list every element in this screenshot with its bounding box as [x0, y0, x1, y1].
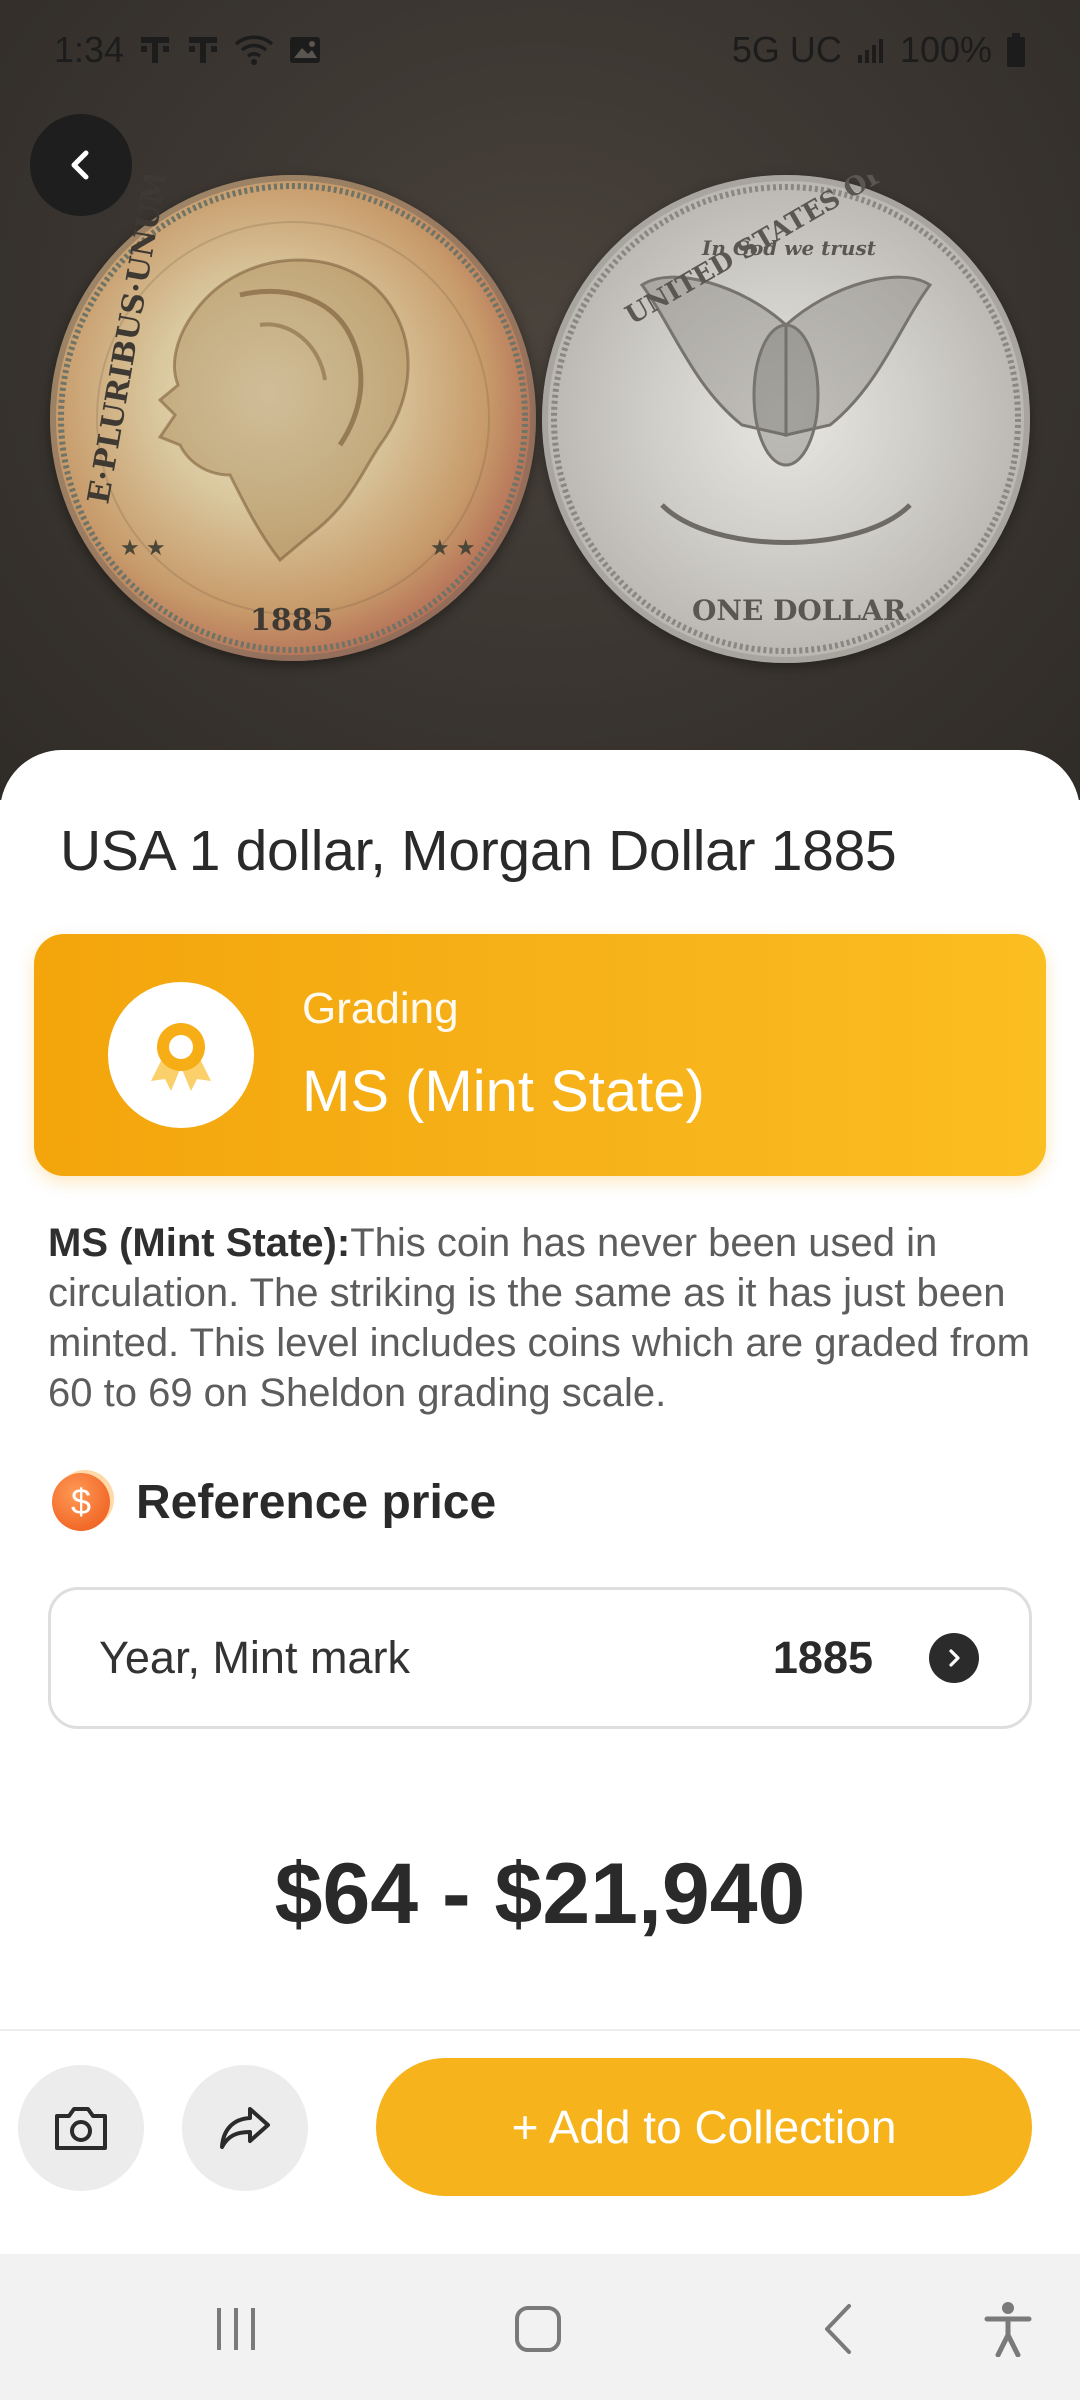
award-ribbon-icon	[108, 982, 254, 1128]
system-nav-bar	[0, 2254, 1080, 2400]
network-type: 5G UC	[731, 29, 842, 70]
bottom-divider	[0, 2029, 1080, 2031]
dollar-coin-icon-symbol: $	[70, 1481, 92, 1522]
reference-price-title: Reference price	[136, 1475, 497, 1529]
coin-reverse-image: UNITED STATES OF AMERICA In God we trust…	[542, 175, 1030, 663]
year-mint-selector[interactable]: Year, Mint mark 1885	[48, 1587, 1032, 1729]
chevron-right-icon	[929, 1633, 979, 1683]
coin-obverse-image: E·PLURIBUS·UNUM 1885 ★ ★ ★ ★	[50, 175, 536, 661]
carrier-icon	[186, 33, 220, 67]
year-mint-value: 1885	[772, 1632, 873, 1683]
status-time: 1:34	[54, 29, 125, 70]
obverse-year-text: 1885	[250, 603, 334, 638]
reverse-denomination-text: ONE DOLLAR	[692, 594, 907, 627]
accessibility-button[interactable]	[968, 2294, 1048, 2364]
price-range: $64 - $21,940	[274, 1846, 806, 1942]
reverse-motto-text: In God we trust	[701, 236, 877, 260]
battery-icon	[1006, 32, 1026, 68]
grading-card: Grading MS (Mint State)	[34, 934, 1046, 1176]
camera-button[interactable]	[18, 2065, 144, 2191]
back-arrow-icon	[71, 150, 89, 180]
share-icon	[220, 2107, 270, 2149]
battery-percent: 100%	[899, 29, 992, 70]
nav-back-button[interactable]	[800, 2294, 880, 2364]
year-mint-label: Year, Mint mark	[99, 1632, 410, 1683]
share-button[interactable]	[182, 2065, 308, 2191]
description-term: MS (Mint State):	[48, 1221, 351, 1265]
grading-value: MS (Mint State)	[302, 1059, 705, 1124]
coin-title: USA 1 dollar, Morgan Dollar 1885	[60, 819, 897, 883]
recent-apps-icon	[217, 2308, 255, 2350]
status-bar: 1:34 5G UC 100%	[0, 0, 1080, 100]
recent-apps-button[interactable]	[196, 2294, 276, 2364]
home-button[interactable]	[498, 2294, 578, 2364]
accessibility-icon	[984, 2302, 1032, 2357]
signal-icon	[856, 35, 886, 65]
carrier-icon	[138, 33, 172, 67]
grade-description: MS (Mint State):This coin has never been…	[48, 1218, 1038, 1418]
add-to-collection-button[interactable]: + Add to Collection	[376, 2058, 1032, 2196]
back-button[interactable]	[30, 114, 132, 216]
gallery-icon	[288, 34, 322, 66]
svg-text:★ ★: ★ ★	[120, 535, 166, 560]
svg-text:★ ★: ★ ★	[430, 535, 476, 560]
wifi-icon	[234, 34, 274, 66]
nav-back-icon	[825, 2304, 851, 2354]
grading-label: Grading	[302, 984, 459, 1033]
home-icon	[515, 2306, 561, 2352]
reference-price-header: $ Reference price	[52, 1472, 496, 1532]
coin-image-area: E·PLURIBUS·UNUM 1885 ★ ★ ★ ★ UNITED STAT…	[0, 0, 1080, 800]
obverse-legend-text: E·PLURIBUS·UNUM	[81, 175, 174, 506]
camera-icon	[55, 2107, 107, 2150]
dollar-coin-icon: $	[52, 1473, 110, 1531]
